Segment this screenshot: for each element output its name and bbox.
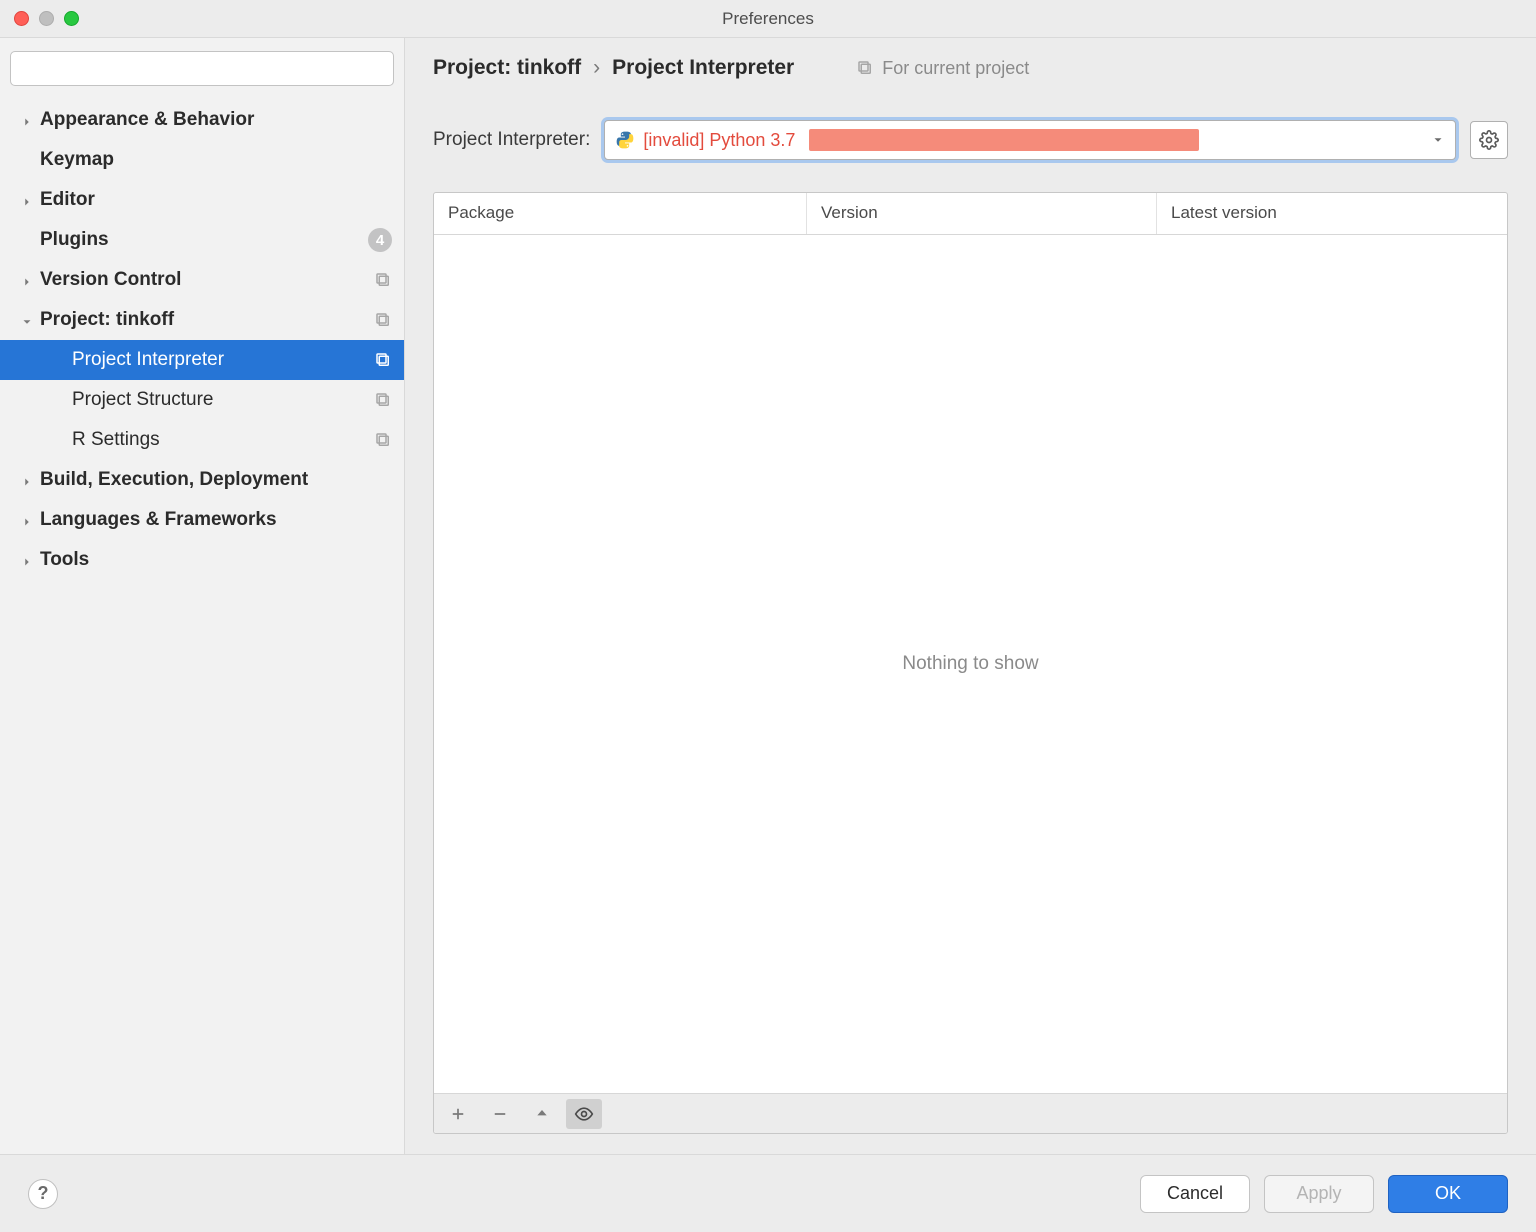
project-scope-icon: [374, 311, 392, 329]
sidebar-item-tools[interactable]: Tools: [0, 540, 404, 580]
plugins-badge: 4: [368, 228, 392, 252]
sidebar-item-label: Appearance & Behavior: [40, 109, 392, 131]
sidebar-item-label: Editor: [40, 189, 392, 211]
sidebar-item-project-structure[interactable]: Project Structure: [0, 380, 404, 420]
col-latest-version[interactable]: Latest version: [1157, 193, 1507, 234]
empty-text: Nothing to show: [902, 653, 1038, 675]
add-package-button[interactable]: [440, 1099, 476, 1129]
sidebar-item-languages-frameworks[interactable]: Languages & Frameworks: [0, 500, 404, 540]
project-scope-icon: [374, 391, 392, 409]
tree-arrow-icon: [20, 113, 34, 127]
interpreter-row: Project Interpreter: [invalid] Python 3.…: [433, 120, 1508, 160]
ok-button[interactable]: OK: [1388, 1175, 1508, 1213]
traffic-lights: [0, 11, 79, 26]
sidebar-item-label: Build, Execution, Deployment: [40, 469, 392, 491]
sidebar-item-editor[interactable]: Editor: [0, 180, 404, 220]
main-panel: Project: tinkoff › Project Interpreter F…: [405, 38, 1536, 1154]
for-current-project-label: For current project: [856, 58, 1029, 79]
footer: ? Cancel Apply OK: [0, 1154, 1536, 1232]
sidebar-item-label: Languages & Frameworks: [40, 509, 392, 531]
packages-toolbar: [434, 1093, 1507, 1133]
sidebar: Appearance & Behavior Keymap Editor Plugins…: [0, 38, 405, 1154]
sidebar-item-label: Project Interpreter: [72, 349, 374, 371]
show-early-releases-button[interactable]: [566, 1099, 602, 1129]
interpreter-settings-button[interactable]: [1470, 121, 1508, 159]
project-scope-icon: [374, 431, 392, 449]
sidebar-item-label: R Settings: [72, 429, 374, 451]
interpreter-value: [invalid] Python 3.7: [643, 130, 795, 151]
tree-arrow-icon: [20, 473, 34, 487]
tree-arrow-icon: [20, 273, 34, 287]
packages-table: Package Version Latest version Nothing t…: [433, 192, 1508, 1134]
sidebar-item-build-execution-deployment[interactable]: Build, Execution, Deployment: [0, 460, 404, 500]
breadcrumb-part-interpreter: Project Interpreter: [612, 56, 794, 80]
sidebar-item-label: Project: tinkoff: [40, 309, 374, 331]
sidebar-item-project-tinkoff[interactable]: Project: tinkoff: [0, 300, 404, 340]
sidebar-item-project-interpreter[interactable]: Project Interpreter: [0, 340, 404, 380]
project-scope-icon: [856, 59, 874, 77]
interpreter-dropdown[interactable]: [invalid] Python 3.7: [604, 120, 1456, 160]
sidebar-item-version-control[interactable]: Version Control: [0, 260, 404, 300]
titlebar: Preferences: [0, 0, 1536, 38]
sidebar-item-r-settings[interactable]: R Settings: [0, 420, 404, 460]
maximize-window-icon[interactable]: [64, 11, 79, 26]
sidebar-item-plugins[interactable]: Plugins4: [0, 220, 404, 260]
minimize-window-icon[interactable]: [39, 11, 54, 26]
project-scope-icon: [374, 351, 392, 369]
apply-button[interactable]: Apply: [1264, 1175, 1374, 1213]
breadcrumb-part-project: Project: tinkoff: [433, 56, 581, 80]
breadcrumb-separator: ›: [593, 56, 600, 80]
cancel-button[interactable]: Cancel: [1140, 1175, 1250, 1213]
window-title: Preferences: [0, 9, 1536, 29]
sidebar-item-appearance-behavior[interactable]: Appearance & Behavior: [0, 100, 404, 140]
interpreter-label: Project Interpreter:: [433, 129, 590, 151]
sidebar-tree: Appearance & Behavior Keymap Editor Plugins…: [0, 96, 404, 1154]
sidebar-item-label: Tools: [40, 549, 392, 571]
remove-package-button[interactable]: [482, 1099, 518, 1129]
sidebar-item-label: Keymap: [40, 149, 392, 171]
body: Appearance & Behavior Keymap Editor Plugins…: [0, 38, 1536, 1154]
table-header: Package Version Latest version: [434, 193, 1507, 235]
chevron-down-icon: [1431, 133, 1445, 147]
project-scope-icon: [374, 271, 392, 289]
close-window-icon[interactable]: [14, 11, 29, 26]
sidebar-item-keymap[interactable]: Keymap: [0, 140, 404, 180]
tree-arrow-icon: [20, 553, 34, 567]
for-current-project-text: For current project: [882, 58, 1029, 79]
sidebar-item-label: Version Control: [40, 269, 374, 291]
tree-arrow-icon: [20, 313, 34, 327]
preferences-window: Preferences Appearance & Behavior Keymap E…: [0, 0, 1536, 1232]
interpreter-path-redacted: [809, 129, 1199, 151]
sidebar-item-label: Project Structure: [72, 389, 374, 411]
help-button[interactable]: ?: [28, 1179, 58, 1209]
table-body-empty: Nothing to show: [434, 235, 1507, 1093]
python-icon: [615, 130, 635, 150]
upgrade-package-button[interactable]: [524, 1099, 560, 1129]
col-version[interactable]: Version: [807, 193, 1157, 234]
tree-arrow-icon: [20, 513, 34, 527]
tree-arrow-icon: [20, 193, 34, 207]
breadcrumb: Project: tinkoff › Project Interpreter: [433, 56, 794, 80]
breadcrumb-row: Project: tinkoff › Project Interpreter F…: [433, 56, 1508, 80]
sidebar-item-label: Plugins: [40, 229, 368, 251]
search-input[interactable]: [10, 51, 394, 86]
col-package[interactable]: Package: [434, 193, 807, 234]
